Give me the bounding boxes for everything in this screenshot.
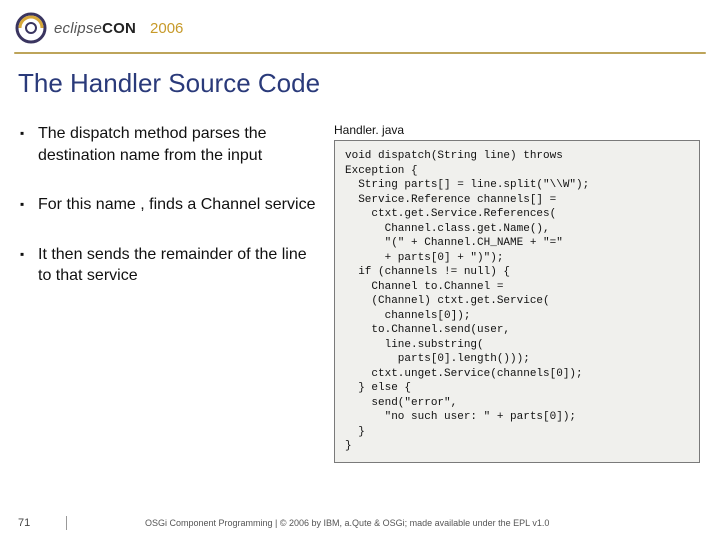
code-filename: Handler. java [334,123,700,137]
eclipse-swirl-icon [14,11,48,45]
bullet-3: It then sends the remainder of the line … [20,244,320,287]
page-number: 71 [18,517,58,529]
bullets-column: The dispatch method parses the destinati… [20,123,320,540]
logo-eclipse: eclipse [54,20,102,37]
slide: eclipseCON 2006 The Handler Source Code … [0,0,720,540]
body: The dispatch method parses the destinati… [0,105,720,540]
code-block: void dispatch(String line) throws Except… [334,140,700,463]
bullet-1: The dispatch method parses the destinati… [20,123,320,166]
logo-text: eclipseCON [54,20,136,37]
footer: 71 OSGi Component Programming | © 2006 b… [0,516,720,530]
page-title: The Handler Source Code [0,54,720,105]
bullet-2: For this name , finds a Channel service [20,194,320,216]
year-label: 2006 [150,20,183,37]
footer-separator [66,516,67,530]
header: eclipseCON 2006 [0,0,720,50]
footer-text: OSGi Component Programming | © 2006 by I… [145,518,549,528]
bullet-list: The dispatch method parses the destinati… [20,123,320,287]
logo: eclipseCON 2006 [14,11,183,45]
code-column: Handler. java void dispatch(String line)… [334,123,700,540]
logo-con: CON [102,20,136,37]
